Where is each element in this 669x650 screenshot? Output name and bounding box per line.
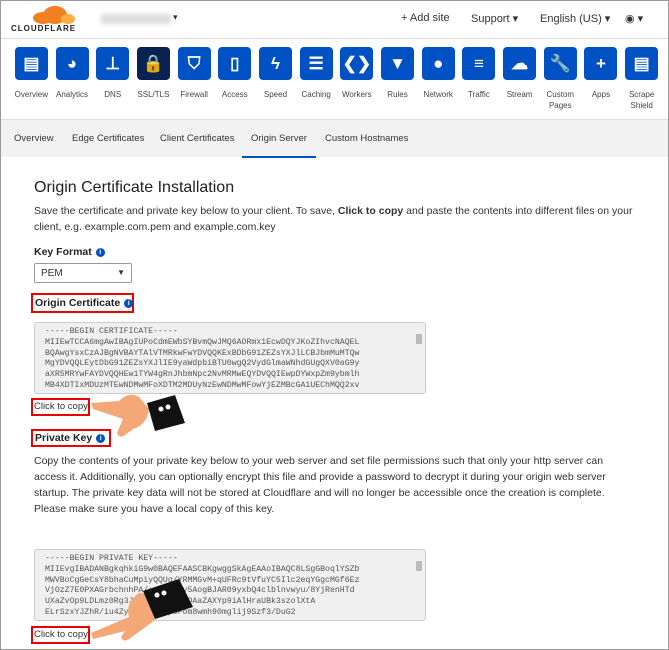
product-nav: ▤ Overview ◕ Analytics ⊥ DNS 🔒 SSL/TLS ⛉ Firewall… <box>11 47 662 111</box>
tab-overview[interactable]: Overview <box>14 133 54 144</box>
nav-analytics[interactable]: ◕ Analytics <box>52 47 93 111</box>
location-pin-icon: ● <box>421 47 455 80</box>
tab-origin-server[interactable]: Origin Server <box>242 133 316 158</box>
key-format-select[interactable]: PEM ▼ <box>34 263 132 283</box>
door-icon: ▯ <box>218 47 252 80</box>
support-menu[interactable]: Support ▾ <box>471 12 518 25</box>
language-menu[interactable]: English (US) ▾ <box>540 12 610 25</box>
cloud-play-icon: ☁ <box>503 47 537 80</box>
pie-chart-icon: ◕ <box>55 47 89 80</box>
nav-label: Access <box>221 90 248 99</box>
nav-label: Apps <box>591 90 611 99</box>
private-key-description: Copy the contents of your private key be… <box>34 455 606 515</box>
chevron-down-icon: ▼ <box>117 268 125 277</box>
account-caret-icon[interactable]: ▾ <box>173 12 178 23</box>
nav-traffic[interactable]: ≡ Traffic <box>459 47 500 111</box>
nav-dns[interactable]: ⊥ DNS <box>92 47 133 111</box>
lightning-icon: ϟ <box>258 47 292 80</box>
tab-edge-certificates[interactable]: Edge Certificates <box>72 133 144 144</box>
tab-custom-hostnames[interactable]: Custom Hostnames <box>325 133 408 144</box>
nav-label: Workers <box>342 90 372 99</box>
nav-label: Traffic <box>468 90 490 99</box>
filter-icon: ▼ <box>381 47 415 80</box>
nav-label: Firewall <box>180 90 208 99</box>
nav-firewall[interactable]: ⛉ Firewall <box>174 47 215 111</box>
page-title: Origin Certificate Installation <box>34 179 235 196</box>
private-key-label: Private Key i <box>35 432 106 444</box>
cloud-icon <box>11 6 83 24</box>
nav-stream[interactable]: ☁ Stream <box>499 47 540 111</box>
lock-icon: 🔒 <box>136 47 170 80</box>
nav-label: DNS <box>104 90 122 99</box>
nav-overview[interactable]: ▤ Overview <box>11 47 52 111</box>
nav-label: Network <box>423 90 453 99</box>
plus-icon: + <box>584 47 618 80</box>
nav-rules[interactable]: ▼ Rules <box>377 47 418 111</box>
nav-label: Stream <box>506 90 533 99</box>
pointing-hand-icon <box>91 579 193 641</box>
account-name-blurred[interactable] <box>101 14 171 24</box>
document-icon: ▤ <box>625 47 659 80</box>
origin-certificate-textarea[interactable]: -----BEGIN CERTIFICATE----- MIIEwTCCA6mg… <box>34 322 426 394</box>
nav-apps[interactable]: + Apps <box>581 47 622 111</box>
server-icon: ☰ <box>299 47 333 80</box>
top-header: CLOUDFLARE ▾ + Add site Support ▾ Englis… <box>1 1 668 39</box>
cloudflare-logo[interactable]: CLOUDFLARE <box>11 6 83 33</box>
scrollbar[interactable] <box>414 324 424 392</box>
nav-network[interactable]: ● Network <box>418 47 459 111</box>
nav-label: Custom Pages <box>546 90 575 110</box>
user-menu[interactable]: ◉ ▾ <box>625 12 643 25</box>
info-icon[interactable]: i <box>95 248 105 257</box>
tab-client-certificates[interactable]: Client Certificates <box>160 133 234 144</box>
nav-label: Analytics <box>56 90 89 99</box>
origin-certificate-label: Origin Certificate i <box>35 297 134 309</box>
network-tree-icon: ⊥ <box>96 47 130 80</box>
nav-label: SSL/TLS <box>137 90 170 99</box>
nav-ssl-tls[interactable]: 🔒 SSL/TLS <box>133 47 174 111</box>
ssl-tabs: Overview Edge Certificates Client Certif… <box>1 119 668 158</box>
add-site-button[interactable]: + Add site <box>401 12 450 24</box>
nav-access[interactable]: ▯ Access <box>214 47 255 111</box>
info-icon[interactable]: i <box>124 299 134 308</box>
nav-speed[interactable]: ϟ Speed <box>255 47 296 111</box>
nav-label: Scrape Shield <box>628 90 655 110</box>
nav-custom-pages[interactable]: 🔧 Custom Pages <box>540 47 581 111</box>
nav-label: Speed <box>263 90 288 99</box>
nav-label: Rules <box>387 90 408 99</box>
wrench-icon: 🔧 <box>543 47 577 80</box>
nav-scrape-shield[interactable]: ▤ Scrape Shield <box>621 47 662 111</box>
intro-text: Save the certificate and private key bel… <box>34 205 633 233</box>
scrollbar[interactable] <box>414 551 424 619</box>
key-format-label: Key Format i <box>34 246 105 258</box>
nav-label: Caching <box>301 90 331 99</box>
nav-workers[interactable]: ❮❯ Workers <box>337 47 378 111</box>
nav-label: Overview <box>14 90 49 99</box>
copy-private-key-button[interactable]: Click to copy <box>34 629 88 640</box>
workers-icon: ❮❯ <box>340 47 374 80</box>
list-icon: ≡ <box>462 47 496 80</box>
nav-caching[interactable]: ☰ Caching <box>296 47 337 111</box>
shield-icon: ⛉ <box>177 47 211 80</box>
copy-certificate-button[interactable]: Click to copy <box>34 401 88 412</box>
info-icon[interactable]: i <box>96 434 106 443</box>
clipboard-icon: ▤ <box>14 47 48 80</box>
